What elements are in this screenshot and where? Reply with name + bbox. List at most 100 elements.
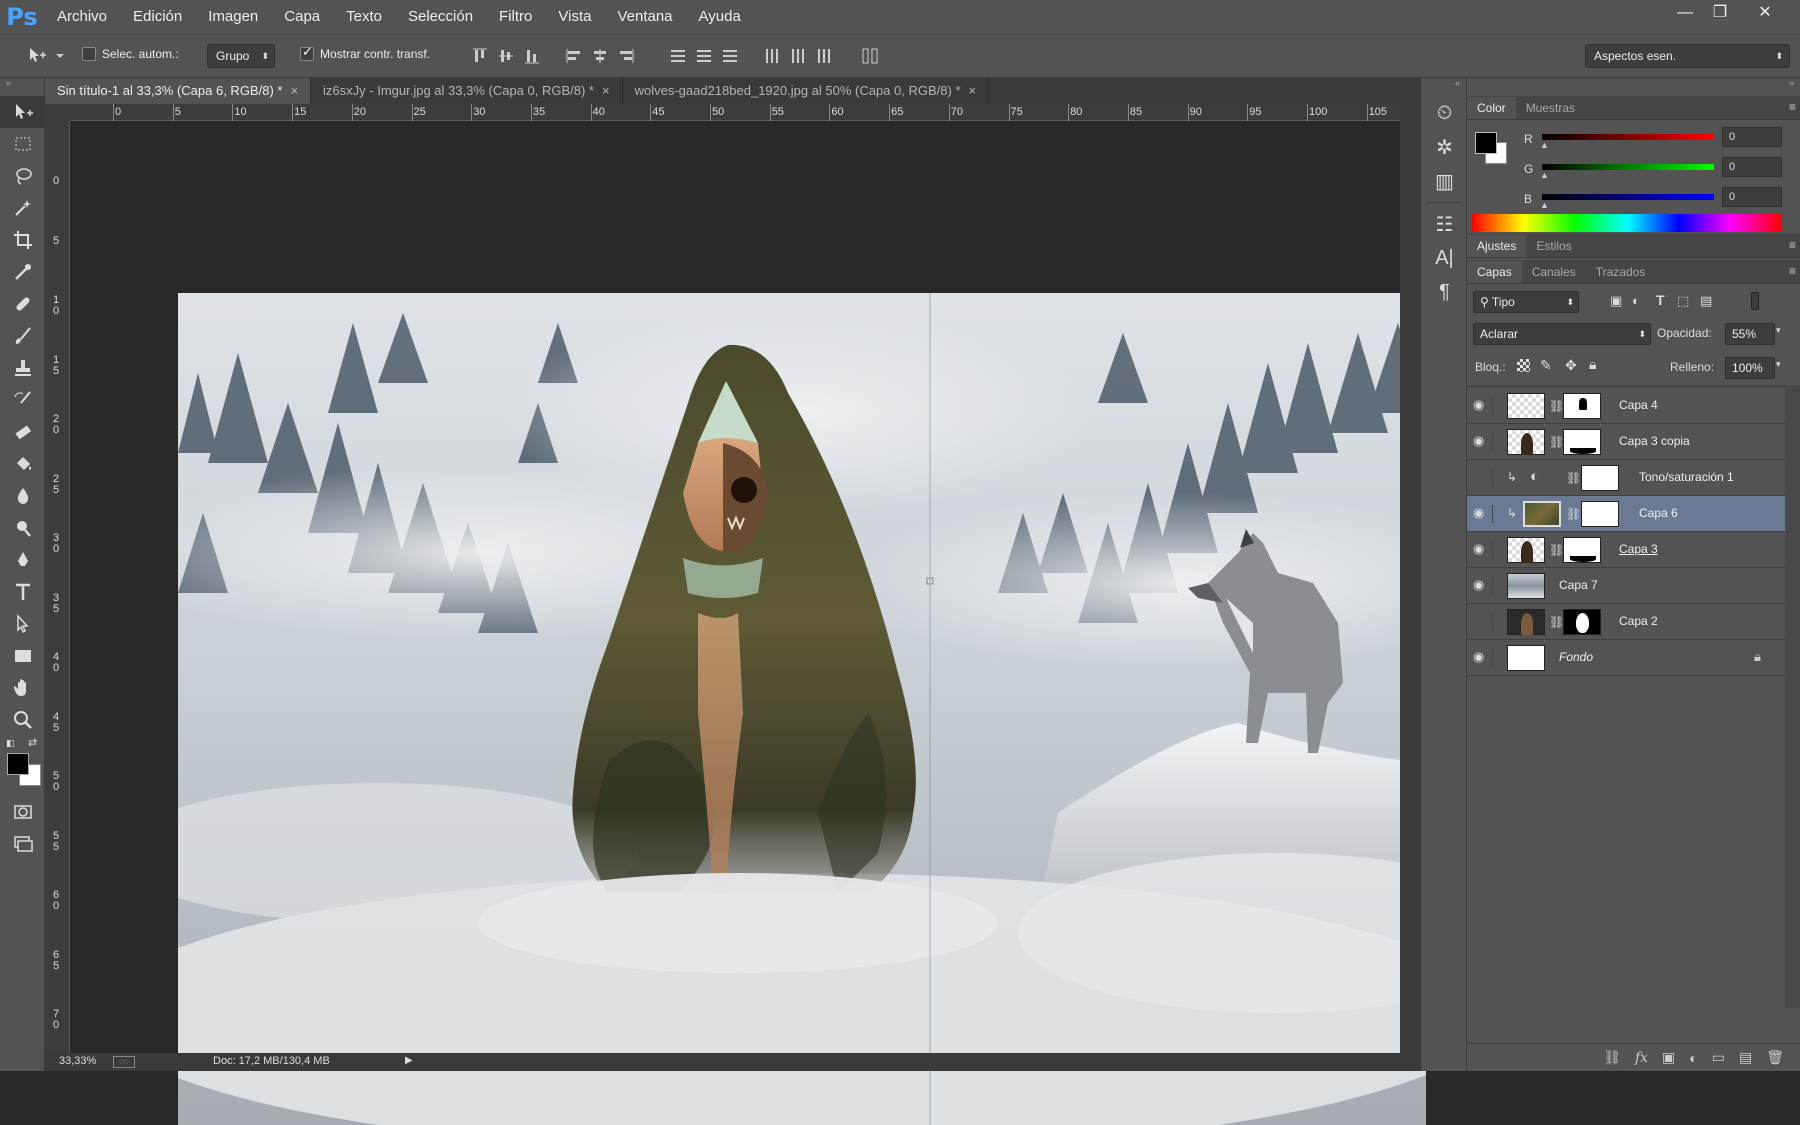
document-canvas[interactable] bbox=[178, 293, 1426, 1125]
menu-ventana[interactable]: Ventana bbox=[604, 0, 685, 34]
b-slider[interactable] bbox=[1542, 194, 1714, 200]
layer-mask-thumbnail[interactable] bbox=[1563, 429, 1601, 455]
align-hcenter-icon[interactable] bbox=[590, 46, 610, 66]
eyedropper-tool[interactable] bbox=[0, 256, 45, 288]
collapse-panels-icon[interactable]: » bbox=[1467, 78, 1800, 96]
paragraph-panel-icon[interactable]: ¶ bbox=[1421, 275, 1468, 309]
slider-handle-icon[interactable]: ▲ bbox=[1540, 170, 1549, 180]
horizontal-ruler[interactable]: 0 5 10 15 20 25 30 35 40 45 50 55 60 65 70 75 80 85 90 95 10… bbox=[70, 104, 1400, 121]
auto-select-checkbox[interactable] bbox=[82, 47, 96, 61]
lock-all-icon[interactable]: 🔒︎ bbox=[1589, 356, 1596, 373]
add-mask-icon[interactable]: ▣ bbox=[1662, 1049, 1675, 1066]
layer-row-capa-7[interactable]: ◉ Capa 7 bbox=[1467, 568, 1785, 604]
character-panel-icon[interactable]: A| bbox=[1421, 241, 1468, 275]
tab-layers[interactable]: Capas bbox=[1467, 261, 1522, 283]
distribute-vcenter-icon[interactable] bbox=[694, 46, 714, 66]
pen-tool[interactable] bbox=[0, 544, 45, 576]
vertical-scrollbar[interactable] bbox=[1400, 104, 1420, 1053]
b-value-field[interactable]: 0 bbox=[1722, 187, 1782, 207]
eye-icon[interactable]: ◉ bbox=[1473, 541, 1493, 559]
ruler-origin[interactable] bbox=[45, 104, 70, 121]
link-icon[interactable]: ⛓ bbox=[1549, 615, 1564, 629]
histogram-panel-icon[interactable]: ▥ bbox=[1421, 164, 1468, 198]
layer-name[interactable]: Capa 3 bbox=[1619, 542, 1658, 556]
dodge-tool[interactable] bbox=[0, 512, 45, 544]
slider-handle-icon[interactable]: ▲ bbox=[1540, 200, 1549, 210]
screen-mode-button[interactable] bbox=[0, 828, 45, 860]
menu-texto[interactable]: Texto bbox=[333, 0, 395, 34]
align-top-icon[interactable] bbox=[470, 46, 490, 66]
stamp-tool[interactable] bbox=[0, 352, 45, 384]
tab-document-2[interactable]: iz6sxJy - Imgur.jpg al 33,3% (Capa 0, RG… bbox=[311, 78, 623, 104]
g-value-field[interactable]: 0 bbox=[1722, 157, 1782, 177]
panel-menu-icon[interactable]: ≡ bbox=[1789, 264, 1796, 278]
fg-color-swatch[interactable] bbox=[1475, 132, 1497, 154]
layer-name[interactable]: Capa 6 bbox=[1639, 506, 1678, 520]
lock-position-icon[interactable]: ✥ bbox=[1565, 357, 1577, 374]
layer-row-capa-2[interactable]: ⛓ Capa 2 bbox=[1467, 604, 1785, 640]
vertical-ruler[interactable]: 0 5 1 0 1 5 2 0 2 5 3 0 3 5 4 0 4 5 5 0 5 5 6 0 6 5 7 … bbox=[45, 121, 70, 1053]
r-value-field[interactable]: 0 bbox=[1722, 127, 1782, 147]
close-icon[interactable]: × bbox=[602, 83, 610, 98]
lasso-tool[interactable] bbox=[0, 160, 45, 192]
fill-field[interactable]: 100% bbox=[1725, 357, 1775, 379]
new-adjustment-icon[interactable]: ◐ bbox=[1689, 1050, 1697, 1066]
marquee-tool[interactable] bbox=[0, 128, 45, 160]
minimize-button[interactable]: — bbox=[1665, 0, 1705, 26]
eye-icon[interactable]: ◉ bbox=[1473, 505, 1493, 523]
panel-menu-icon[interactable]: ≡ bbox=[1789, 238, 1796, 252]
layer-filter-dropdown[interactable]: ⚲ Tipo ⬍ bbox=[1473, 291, 1579, 313]
layer-mask-thumbnail[interactable] bbox=[1563, 393, 1601, 419]
show-transform-checkbox[interactable]: ✓ bbox=[300, 44, 314, 61]
layer-row-capa-3-copia[interactable]: ◉ ⛓ Capa 3 copia bbox=[1467, 424, 1785, 460]
new-group-icon[interactable]: ▭ bbox=[1712, 1049, 1725, 1066]
zoom-tool[interactable] bbox=[0, 704, 45, 736]
fill-arrow-icon[interactable]: ▾ bbox=[1776, 359, 1781, 370]
color-spectrum-ramp[interactable] bbox=[1472, 214, 1782, 232]
layer-row-capa-4[interactable]: ◉ ⛓ Capa 4 bbox=[1467, 388, 1785, 424]
properties-panel-icon[interactable]: ☷ bbox=[1421, 207, 1468, 241]
link-icon[interactable]: ⛓ bbox=[1566, 507, 1581, 521]
status-menu-arrow-icon[interactable]: ▶ bbox=[405, 1055, 413, 1066]
navigator-panel-icon[interactable]: ✲ bbox=[1421, 130, 1468, 164]
close-icon[interactable]: × bbox=[290, 83, 298, 98]
layer-name[interactable]: Capa 4 bbox=[1619, 398, 1658, 412]
tab-swatches[interactable]: Muestras bbox=[1516, 97, 1585, 119]
share-icon[interactable]: ◌◌ bbox=[113, 1056, 135, 1068]
close-icon[interactable]: × bbox=[969, 83, 977, 98]
layer-row-fondo[interactable]: ◉ Fondo 🔒︎ bbox=[1467, 640, 1785, 676]
tab-adjustments[interactable]: Ajustes bbox=[1467, 235, 1527, 257]
blur-tool[interactable] bbox=[0, 480, 45, 512]
trash-icon[interactable]: 🗑︎ bbox=[1766, 1049, 1784, 1066]
hand-tool[interactable] bbox=[0, 672, 45, 704]
link-icon[interactable]: ⛓ bbox=[1549, 435, 1564, 449]
panel-menu-icon[interactable]: ≡ bbox=[1789, 100, 1796, 114]
path-selection-tool[interactable] bbox=[0, 608, 45, 640]
r-slider[interactable] bbox=[1542, 134, 1714, 140]
align-right-icon[interactable] bbox=[616, 46, 636, 66]
menu-edicion[interactable]: Edición bbox=[120, 0, 195, 34]
move-tool-preset-icon[interactable] bbox=[26, 45, 66, 72]
quick-mask-button[interactable] bbox=[0, 796, 45, 828]
menu-archivo[interactable]: Archivo bbox=[44, 0, 120, 34]
collapse-toolbar-icon[interactable]: » bbox=[0, 78, 44, 96]
history-brush-tool[interactable] bbox=[0, 384, 45, 416]
workspace-dropdown[interactable]: Aspectos esen. ⬍ bbox=[1585, 44, 1790, 68]
default-colors-icon[interactable]: ◧ bbox=[6, 738, 15, 749]
layer-row-capa-6[interactable]: ◉ ↳ ⛓ Capa 6 bbox=[1467, 496, 1785, 532]
align-left-icon[interactable] bbox=[564, 46, 584, 66]
eye-icon[interactable]: ◉ bbox=[1473, 433, 1493, 451]
crop-tool[interactable] bbox=[0, 224, 45, 256]
layer-name[interactable]: Capa 2 bbox=[1619, 614, 1658, 628]
menu-filtro[interactable]: Filtro bbox=[486, 0, 545, 34]
filter-adjustment-icon[interactable]: ◐ bbox=[1632, 293, 1640, 308]
auto-align-icon[interactable] bbox=[860, 46, 880, 66]
layer-name[interactable]: Fondo bbox=[1559, 650, 1593, 664]
healing-brush-tool[interactable] bbox=[0, 288, 45, 320]
align-bottom-icon[interactable] bbox=[522, 46, 542, 66]
layer-mask-thumbnail[interactable] bbox=[1563, 537, 1601, 563]
filter-toggle-switch[interactable] bbox=[1751, 292, 1759, 310]
eye-hidden-icon[interactable] bbox=[1473, 613, 1493, 631]
menu-ayuda[interactable]: Ayuda bbox=[686, 0, 754, 34]
zoom-level[interactable]: 33,33% bbox=[59, 1055, 96, 1067]
